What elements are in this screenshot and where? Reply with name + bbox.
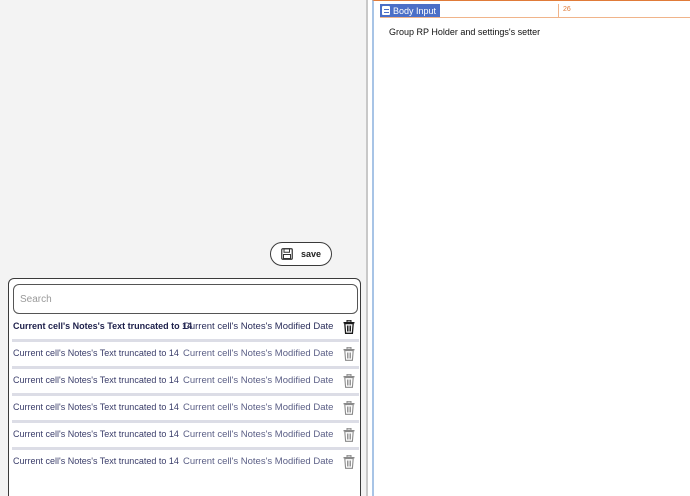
note-row[interactable]: Current cell's Notes's Text truncated to… [12,454,359,477]
trash-icon[interactable] [343,428,355,442]
note-text: Current cell's Notes's Text truncated to… [13,402,179,412]
document-icon [382,6,390,15]
note-text: Current cell's Notes's Text truncated to… [13,375,179,385]
save-icon [281,248,293,260]
column-value: 26 [563,6,571,13]
note-modified-date: Current cell's Notes's Modified Date [183,321,334,332]
trash-icon[interactable] [343,374,355,388]
body-input-header: Body Input 26 [380,4,690,18]
note-text: Current cell's Notes's Text truncated to… [13,456,179,466]
group-frame: Body Input 26 Group RP Holder and settin… [372,0,690,496]
search-input[interactable] [13,284,358,314]
column-separator [558,4,559,18]
note-modified-date: Current cell's Notes's Modified Date [183,456,334,467]
save-label: save [300,249,322,259]
trash-icon[interactable] [343,401,355,415]
body-input-label: Body Input [393,5,437,16]
note-modified-date: Current cell's Notes's Modified Date [183,375,334,386]
note-text: Current cell's Notes's Text truncated to… [13,321,193,331]
left-panel: save Current cell's Notes's Text truncat… [0,0,366,496]
body-input-tag[interactable]: Body Input [380,4,441,17]
note-row[interactable]: Current cell's Notes's Text truncated to… [12,427,359,450]
note-row[interactable]: Current cell's Notes's Text truncated to… [12,346,359,369]
notes-list-panel: Current cell's Notes's Text truncated to… [8,278,361,496]
save-button[interactable]: save [270,242,332,266]
group-label: Group RP Holder and settings's setter [389,27,541,37]
note-row[interactable]: Current cell's Notes's Text truncated to… [12,319,359,342]
trash-icon[interactable] [343,347,355,361]
note-row[interactable]: Current cell's Notes's Text truncated to… [12,373,359,396]
note-modified-date: Current cell's Notes's Modified Date [183,429,334,440]
note-modified-date: Current cell's Notes's Modified Date [183,348,334,359]
trash-icon[interactable] [343,320,355,334]
right-panel: Body Input 26 Group RP Holder and settin… [368,0,690,496]
trash-icon[interactable] [343,455,355,469]
note-modified-date: Current cell's Notes's Modified Date [183,402,334,413]
note-text: Current cell's Notes's Text truncated to… [13,348,179,358]
note-row[interactable]: Current cell's Notes's Text truncated to… [12,400,359,423]
note-text: Current cell's Notes's Text truncated to… [13,429,179,439]
